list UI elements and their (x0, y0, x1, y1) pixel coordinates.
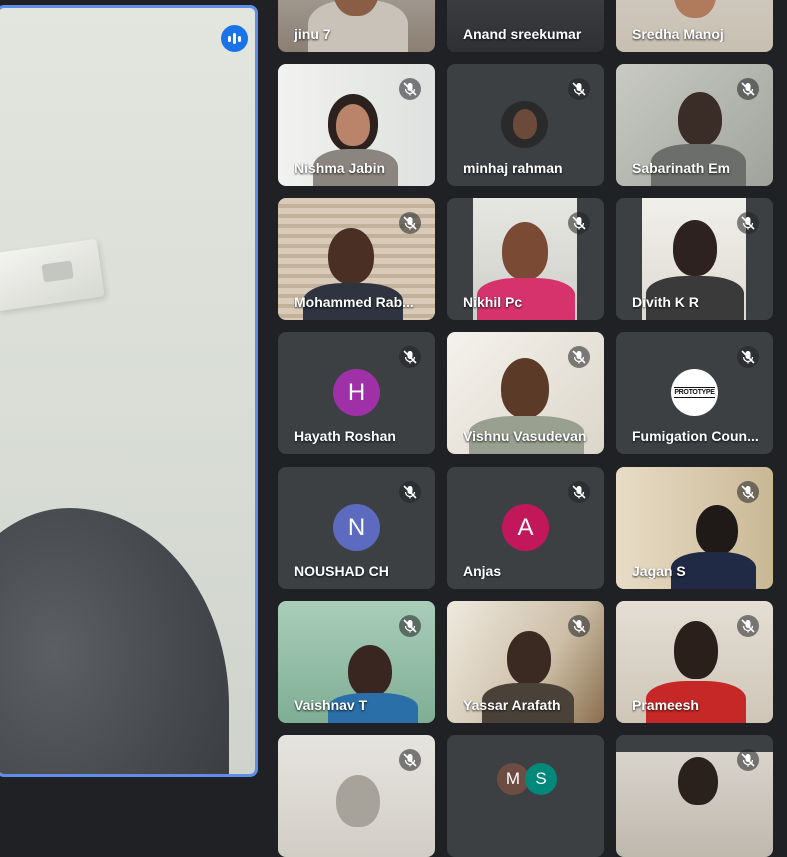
participant-name: Hayath Roshan (294, 428, 396, 444)
mic-off-icon (399, 749, 421, 771)
participant-tile[interactable] (278, 735, 435, 857)
mic-off-icon (568, 481, 590, 503)
participant-name: minhaj rahman (463, 160, 563, 176)
participant-name: Sredha Manoj (632, 26, 724, 42)
participant-name: Vaishnav T (294, 697, 368, 713)
active-speaker-video[interactable] (0, 5, 258, 777)
participant-name: Sabarinath Em (632, 160, 731, 176)
participant-tile[interactable]: jinu 7 (278, 0, 435, 52)
participant-tile[interactable]: Divith K R (616, 198, 773, 320)
mic-off-icon (399, 615, 421, 637)
participant-name: NOUSHAD CH (294, 563, 389, 579)
participant-tile[interactable]: Sredha Manoj (616, 0, 773, 52)
participant-tile[interactable]: Prameesh (616, 601, 773, 723)
mic-off-icon (399, 481, 421, 503)
mic-off-icon (737, 481, 759, 503)
participant-tile[interactable]: H Hayath Roshan (278, 332, 435, 454)
avatar: A (502, 504, 549, 551)
background-switchboard (0, 238, 105, 312)
participant-tile[interactable]: Nikhil Pc (447, 198, 604, 320)
mic-off-icon (399, 346, 421, 368)
participant-name: Vishnu Vasudevan (463, 428, 587, 444)
speaking-icon (221, 25, 248, 52)
mic-off-icon (737, 346, 759, 368)
participant-name: Divith K R (632, 294, 699, 310)
mic-off-icon (568, 78, 590, 100)
participant-name: Prameesh (632, 697, 699, 713)
mic-off-icon (399, 78, 421, 100)
participant-name: Mohammed Rab... (294, 294, 414, 310)
participant-name: Nishma Jabin (294, 160, 386, 176)
participant-tile[interactable] (616, 735, 773, 857)
speaker-shoulder (0, 508, 229, 774)
participant-tile[interactable]: Sabarinath Em (616, 64, 773, 186)
logo-text: PROTOTYPE (674, 387, 715, 398)
mic-off-icon (737, 615, 759, 637)
participant-tile[interactable]: Nishma Jabin (278, 64, 435, 186)
avatar: S (525, 763, 557, 795)
participant-name: Jagan S (632, 563, 686, 579)
participant-name: Fumigation Coun... (632, 428, 759, 444)
participant-name: Anand sreekumar (463, 26, 582, 42)
mic-off-icon (737, 749, 759, 771)
mic-off-icon (737, 212, 759, 234)
organization-logo: PROTOTYPE (671, 369, 718, 416)
participant-tile[interactable]: Anand sreekumar (447, 0, 604, 52)
participant-tile[interactable]: Yassar Arafath (447, 601, 604, 723)
participant-tile[interactable]: Vishnu Vasudevan (447, 332, 604, 454)
avatar: H (333, 369, 380, 416)
participant-tile[interactable]: PROTOTYPE Fumigation Coun... (616, 332, 773, 454)
participant-tile[interactable]: N NOUSHAD CH (278, 467, 435, 589)
participant-name: Yassar Arafath (463, 697, 561, 713)
mic-off-icon (737, 78, 759, 100)
mic-off-icon (399, 212, 421, 234)
participant-tile[interactable]: minhaj rahman (447, 64, 604, 186)
participant-name: Nikhil Pc (463, 294, 523, 310)
mic-off-icon (568, 212, 590, 234)
mic-off-icon (568, 615, 590, 637)
avatar: N (333, 504, 380, 551)
mic-off-icon (568, 346, 590, 368)
participant-tile[interactable]: Jagan S (616, 467, 773, 589)
participant-tile[interactable]: A Anjas (447, 467, 604, 589)
participant-name: jinu 7 (294, 26, 331, 42)
participant-tile[interactable]: Vaishnav T (278, 601, 435, 723)
profile-photo (501, 101, 548, 148)
participant-tile[interactable]: Mohammed Rab... (278, 198, 435, 320)
participant-name: Anjas (463, 563, 502, 579)
participant-group-tile[interactable]: M S (447, 735, 604, 857)
